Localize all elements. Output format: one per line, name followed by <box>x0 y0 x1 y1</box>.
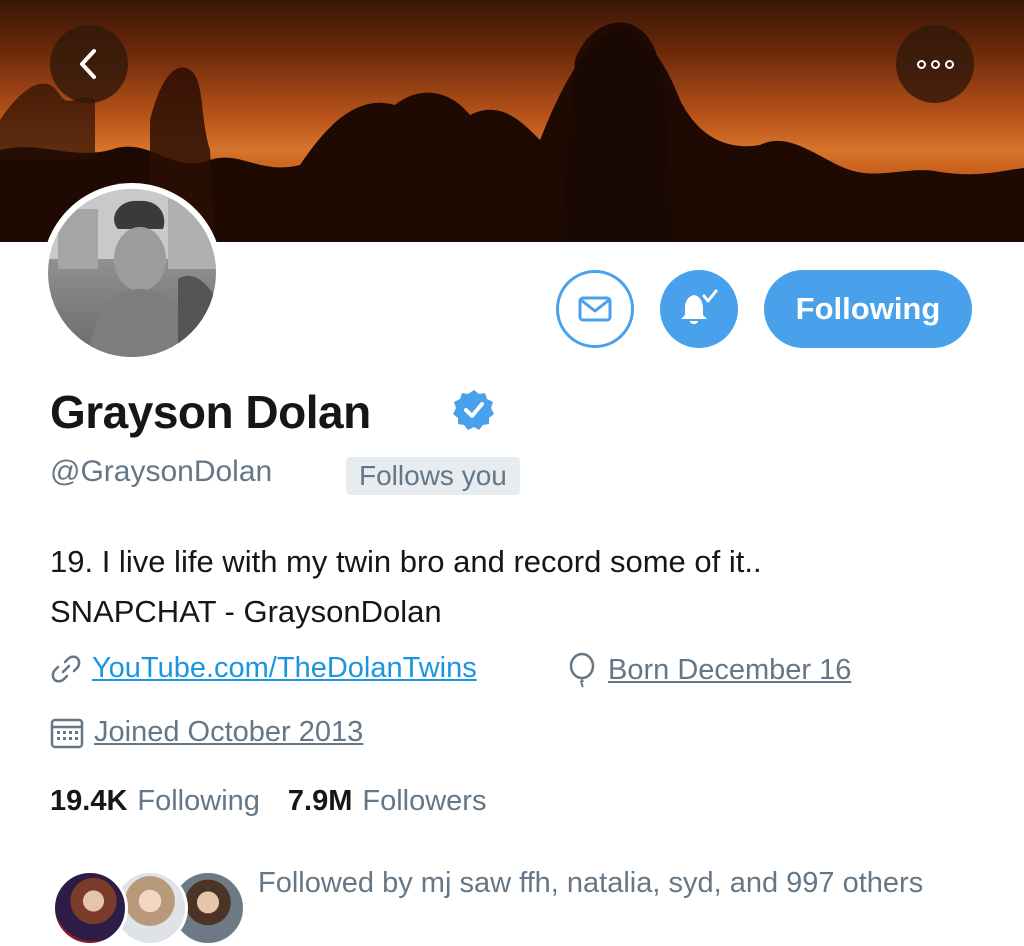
balloon-icon <box>566 652 598 688</box>
joined-item: Joined October 2013 <box>50 716 363 749</box>
notifications-button[interactable] <box>660 270 738 348</box>
bell-check-icon <box>681 289 718 324</box>
following-button[interactable]: Following <box>764 270 972 348</box>
followed-by-text[interactable]: Followed by mj saw ffh, natalia, syd, an… <box>258 860 978 906</box>
message-button[interactable] <box>556 270 634 348</box>
followers-stat[interactable]: 7.9M Followers <box>288 785 487 818</box>
link-icon <box>50 653 82 685</box>
follows-you-badge: Follows you <box>346 457 520 495</box>
website-link[interactable]: YouTube.com/TheDolanTwins <box>92 652 477 685</box>
profile-bio: 19. I live life with my twin bro and rec… <box>50 537 762 637</box>
bio-line: SNAPCHAT - GraysonDolan <box>50 594 442 629</box>
profile-name: Grayson Dolan <box>50 386 371 438</box>
mutual-followers-avatars[interactable] <box>52 868 246 946</box>
back-arrow-icon <box>80 49 96 79</box>
more-options-icon <box>916 59 954 69</box>
bio-line: 19. I live life with my twin bro and rec… <box>50 544 762 579</box>
mutual-follower-avatar <box>52 870 128 946</box>
envelope-icon <box>578 296 612 322</box>
profile-handle: @GraysonDolan <box>50 455 273 488</box>
more-options-button[interactable] <box>896 25 974 103</box>
birthday-item: Born December 16 <box>566 652 851 688</box>
following-count: 19.4K <box>50 785 128 817</box>
verified-badge-icon <box>453 390 494 430</box>
profile-stats: 19.4K Following 7.9M Followers <box>50 785 514 818</box>
calendar-icon <box>50 717 84 749</box>
followers-label: Followers <box>362 785 487 817</box>
joined-text: Joined October 2013 <box>94 716 364 748</box>
website-item: YouTube.com/TheDolanTwins <box>50 652 477 685</box>
avatar-photo <box>48 189 216 357</box>
following-label: Following <box>137 785 260 817</box>
followers-count: 7.9M <box>287 785 353 817</box>
birthday-text: Born December 16 <box>608 653 852 686</box>
avatar[interactable] <box>42 183 222 363</box>
back-button[interactable] <box>50 25 128 103</box>
following-stat[interactable]: 19.4K Following <box>50 785 260 818</box>
